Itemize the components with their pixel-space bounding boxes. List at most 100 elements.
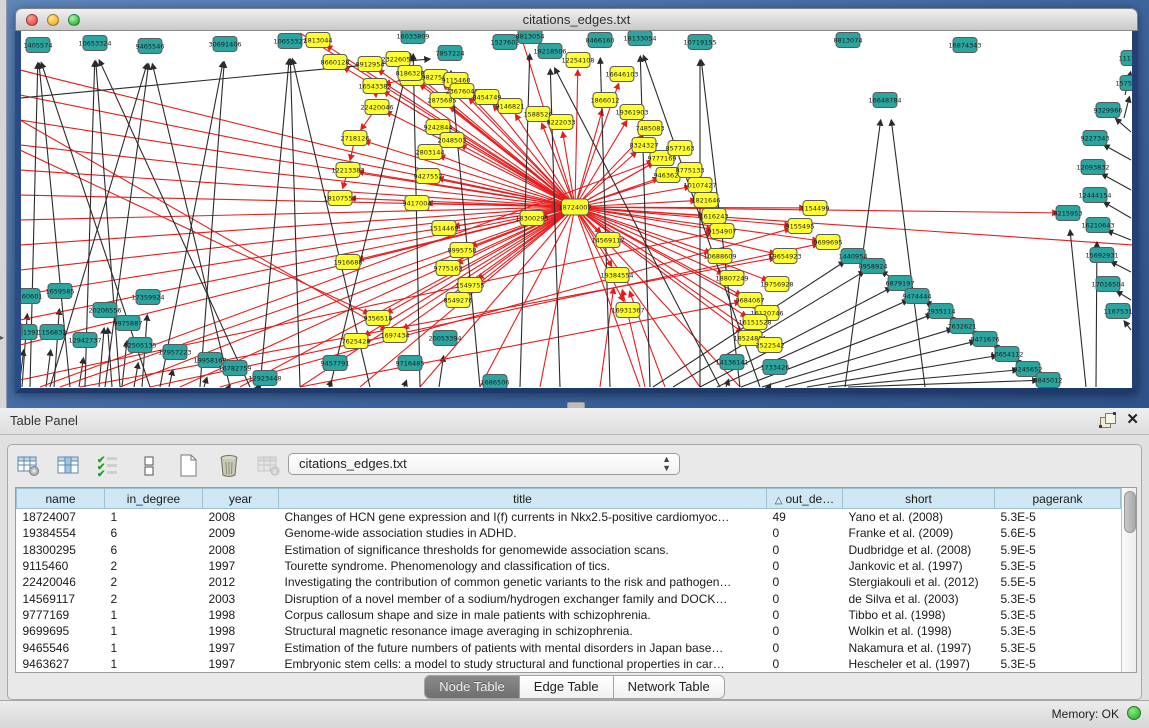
graph-node-teal[interactable]: 18133054: [623, 31, 656, 46]
graph-node-teal[interactable]: 17016504: [1091, 277, 1124, 292]
table-row[interactable]: 1830029562008Estimation of significance …: [17, 542, 1121, 558]
graph-node-teal[interactable]: 10653327: [273, 34, 306, 49]
table-row[interactable]: 2242004622012Investigating the contribut…: [17, 574, 1121, 590]
graph-node-yellow[interactable]: 1866012: [591, 93, 620, 108]
table-row[interactable]: 977716911998Corpus callosum shape and si…: [17, 607, 1121, 623]
graph-node-teal[interactable]: 1659585: [46, 284, 75, 299]
graph-node-teal[interactable]: 9716485: [396, 356, 425, 371]
graph-node-yellow[interactable]: 1697434: [381, 328, 410, 343]
table-row[interactable]: 1456911722003Disruption of a novel membe…: [17, 590, 1121, 606]
graph-node-teal[interactable]: 12093832: [1076, 160, 1109, 175]
column-header-in_degree[interactable]: in_degree: [105, 489, 203, 509]
graph-node-teal[interactable]: 16210643: [1081, 218, 1114, 233]
graph-node-teal[interactable]: 17957223: [158, 345, 191, 360]
graph-node-yellow[interactable]: 18724007: [558, 199, 591, 215]
graph-node-yellow[interactable]: 8912954: [356, 57, 385, 72]
float-panel-icon[interactable]: [1099, 412, 1115, 428]
graph-node-yellow[interactable]: 1549755: [456, 278, 485, 293]
table-row[interactable]: 969969511998Structural magnetic resonanc…: [17, 623, 1121, 639]
column-header-out_de[interactable]: △out_de…: [767, 489, 843, 509]
graph-node-teal[interactable]: 1167531: [1104, 304, 1132, 319]
column-visibility-icon[interactable]: ✔✔✔: [96, 454, 122, 478]
graph-node-yellow[interactable]: 16543382: [358, 79, 391, 94]
graph-node-teal[interactable]: 12942737: [68, 333, 101, 348]
graph-node-teal[interactable]: 950381: [21, 323, 22, 338]
graph-node-yellow[interactable]: 1616243: [700, 209, 729, 224]
graph-node-teal[interactable]: 1156832: [38, 325, 67, 340]
graph-node-yellow[interactable]: 2803144: [416, 145, 445, 160]
graph-node-teal[interactable]: 16874343: [948, 38, 981, 53]
network-table-select[interactable]: citations_edges.txt ▲▼: [288, 453, 680, 475]
graph-node-yellow[interactable]: 14569117: [591, 233, 624, 248]
graph-node-teal[interactable]: 8813074: [834, 33, 863, 48]
graph-node-teal[interactable]: 9845012: [1034, 373, 1063, 388]
graph-node-yellow[interactable]: 9146821: [496, 99, 525, 114]
graph-node-yellow[interactable]: 7625428: [342, 334, 371, 349]
table-scrollbar[interactable]: [1121, 488, 1136, 672]
graph-node-yellow[interactable]: 1154499: [801, 201, 830, 216]
table-row[interactable]: 911546021997Tourette syndrome. Phenomeno…: [17, 558, 1121, 574]
graph-node-yellow[interactable]: 10688609: [703, 249, 736, 264]
graph-node-teal[interactable]: 12923448: [248, 371, 281, 386]
graph-node-yellow[interactable]: 8995758: [448, 243, 477, 258]
graph-node-yellow[interactable]: 9356518: [364, 311, 393, 326]
graph-node-yellow[interactable]: 19654923: [768, 249, 801, 264]
graph-node-yellow[interactable]: 2522542: [756, 338, 785, 353]
graph-node-yellow[interactable]: 19361903: [615, 105, 648, 120]
graph-node-yellow[interactable]: 22420046: [360, 100, 393, 115]
graph-node-yellow[interactable]: 8222033: [547, 115, 576, 130]
table-row[interactable]: 1938455462009Genome-wide association stu…: [17, 525, 1121, 541]
graph-node-yellow[interactable]: 18807249: [715, 271, 748, 286]
show-columns-icon[interactable]: [56, 454, 82, 478]
graph-node-yellow[interactable]: 18300295: [515, 211, 548, 226]
graph-node-teal[interactable]: 9227343: [1081, 131, 1110, 146]
graph-node-yellow[interactable]: 8577163: [666, 141, 695, 156]
graph-node-yellow[interactable]: 2718126: [341, 131, 370, 146]
graph-node-teal[interactable]: 9465546: [136, 39, 165, 54]
graph-node-teal[interactable]: 8466160: [586, 33, 615, 48]
memory-status-indicator[interactable]: [1127, 706, 1141, 720]
close-panel-icon[interactable]: ✕: [1126, 411, 1139, 429]
graph-node-teal[interactable]: 1405574: [24, 38, 53, 53]
graph-node-yellow[interactable]: 19384554: [600, 268, 633, 283]
graph-node-yellow[interactable]: 1813044: [304, 33, 333, 48]
graph-node-teal[interactable]: 10653324: [78, 36, 111, 51]
graph-node-teal[interactable]: 10719155: [683, 35, 716, 50]
graph-node-teal[interactable]: 2160601: [21, 289, 42, 304]
graph-node-teal[interactable]: 1733426: [761, 360, 790, 375]
graph-node-yellow[interactable]: 9699695: [814, 235, 843, 250]
graph-node-yellow[interactable]: 1514469: [430, 221, 459, 236]
graph-node-teal[interactable]: 16782759: [218, 361, 251, 376]
graph-node-yellow[interactable]: 18107554: [323, 191, 356, 206]
column-header-name[interactable]: name: [17, 489, 105, 509]
graph-node-yellow[interactable]: 16151528: [738, 315, 771, 330]
column-header-title[interactable]: title: [279, 489, 767, 509]
graph-node-teal[interactable]: 30691406: [208, 37, 241, 52]
graph-node-teal[interactable]: 2935114: [927, 304, 956, 319]
graph-node-yellow[interactable]: 19756928: [760, 277, 793, 292]
graph-node-teal[interactable]: 8958924: [859, 259, 888, 274]
graph-node-teal[interactable]: 14136141: [715, 355, 748, 370]
graph-node-teal[interactable]: 8813054: [516, 31, 545, 44]
graph-node-teal[interactable]: 16033809: [396, 31, 429, 44]
graph-node-teal[interactable]: 9975887: [114, 316, 143, 331]
tab-node-table[interactable]: Node Table: [424, 675, 520, 699]
graph-node-teal[interactable]: 15692931: [1085, 248, 1118, 263]
graph-node-yellow[interactable]: 9154907: [708, 224, 737, 239]
graph-node-teal[interactable]: 9474444: [903, 289, 932, 304]
graph-node-yellow[interactable]: 9427552: [414, 169, 443, 184]
graph-node-teal[interactable]: 10654112: [990, 347, 1023, 362]
graph-node-teal[interactable]: 1686506: [481, 375, 510, 389]
table-row[interactable]: 1872400712008Changes of HCN gene express…: [17, 509, 1121, 526]
graph-node-yellow[interactable]: 16931367: [611, 303, 644, 318]
graph-node-yellow[interactable]: 8775133: [676, 163, 705, 178]
graph-node-yellow[interactable]: 9417004: [403, 196, 432, 211]
graph-node-teal[interactable]: 1117534: [1119, 51, 1132, 66]
graph-node-yellow[interactable]: 9775163: [434, 261, 463, 276]
column-header-year[interactable]: year: [203, 489, 279, 509]
graph-node-teal[interactable]: 7857224: [436, 46, 465, 61]
graph-node-yellow[interactable]: 16646103: [605, 67, 638, 82]
new-table-icon[interactable]: [176, 454, 202, 478]
graph-node-yellow[interactable]: 8549276: [444, 293, 473, 308]
graph-node-yellow[interactable]: 8660128: [321, 55, 350, 70]
